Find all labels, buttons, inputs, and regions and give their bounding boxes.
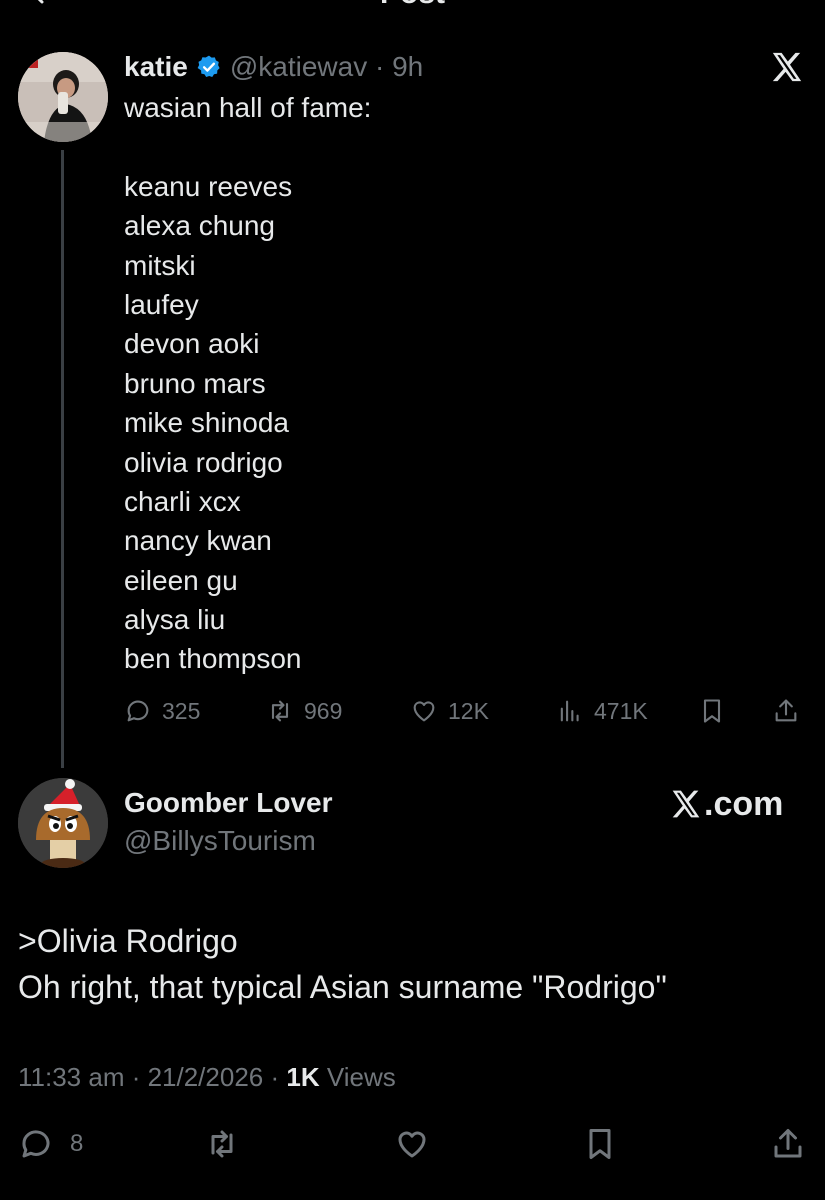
repost-count: 969 bbox=[304, 697, 343, 724]
share-button[interactable] bbox=[772, 694, 810, 728]
tweet-line: mike shinoda bbox=[124, 407, 289, 439]
views-button[interactable]: 471K bbox=[556, 694, 648, 728]
avatar[interactable] bbox=[18, 52, 108, 142]
like-icon bbox=[413, 701, 435, 722]
repost-button[interactable]: 969 bbox=[266, 694, 342, 728]
reply-handle[interactable]: @BillysTourism bbox=[124, 822, 316, 860]
bookmark-button[interactable] bbox=[582, 1124, 618, 1164]
tweet-line: devon aoki bbox=[124, 328, 260, 360]
reply-icon bbox=[127, 700, 149, 722]
x-logo-icon bbox=[672, 790, 700, 818]
tweet-line bbox=[124, 127, 371, 166]
repost-button[interactable] bbox=[204, 1124, 240, 1164]
repost-icon bbox=[211, 1130, 233, 1158]
reply-line: >Olivia Rodrigo bbox=[18, 923, 238, 959]
post-timestamp[interactable]: 11:33 am · 21/2/2026 · bbox=[18, 1062, 286, 1092]
verified-badge-icon bbox=[197, 55, 220, 77]
reply-count: 325 bbox=[162, 697, 201, 724]
views-count: 471K bbox=[594, 697, 648, 724]
tweet-line: laufey bbox=[124, 288, 199, 320]
tweet-line: olivia rodrigo bbox=[124, 446, 283, 478]
views-count: 1K bbox=[286, 1062, 320, 1092]
bookmark-button[interactable] bbox=[698, 694, 736, 728]
reply-line: Oh right, that typical Asian surname "Ro… bbox=[18, 969, 667, 1005]
tweet-line: alexa chung bbox=[124, 210, 276, 242]
avatar[interactable] bbox=[18, 778, 108, 868]
page-title: Post bbox=[0, 0, 825, 12]
tweet-line: keanu reeves bbox=[124, 170, 293, 202]
bookmark-icon bbox=[703, 699, 721, 723]
handle-time: @katiewav · 9h bbox=[229, 51, 424, 82]
share-icon bbox=[774, 1129, 802, 1158]
like-count: 12K bbox=[448, 697, 489, 724]
reply-text: >Olivia Rodrigo Oh right, that typical A… bbox=[18, 918, 667, 1010]
reply-count: 8 bbox=[70, 1130, 84, 1157]
post-meta: 11:33 am · 21/2/2026 · 1K Views bbox=[18, 1058, 396, 1096]
tweet-header: katie @katiewav · 9h bbox=[124, 48, 423, 86]
tweet-line: bruno mars bbox=[124, 367, 266, 399]
reply-icon bbox=[22, 1130, 50, 1158]
tweet-line: wasian hall of fame: bbox=[124, 92, 372, 123]
x-logo-icon bbox=[772, 52, 802, 82]
tweet-line: charli xcx bbox=[124, 485, 241, 517]
like-button[interactable] bbox=[394, 1124, 430, 1164]
share-icon bbox=[775, 699, 797, 722]
watermark-text: .com bbox=[704, 784, 784, 823]
author-name[interactable]: katie bbox=[124, 51, 188, 83]
views-icon bbox=[560, 700, 579, 722]
like-button[interactable]: 12K bbox=[410, 694, 489, 728]
tweet-line: nancy kwan bbox=[124, 525, 272, 557]
reply-author-name[interactable]: Goomber Lover bbox=[124, 784, 332, 822]
share-button[interactable] bbox=[770, 1124, 806, 1164]
like-icon bbox=[398, 1131, 426, 1158]
bookmark-icon bbox=[589, 1129, 611, 1159]
views-label: Views bbox=[319, 1062, 396, 1092]
post-action-bar: 8 bbox=[18, 1124, 808, 1164]
thread-line bbox=[61, 150, 64, 768]
tweet-line: eileen gu bbox=[124, 564, 238, 596]
tweet-text: wasian hall of fame: keanu reeves alexa … bbox=[124, 88, 371, 679]
tweet-action-bar: 325 969 12K 471K bbox=[124, 694, 804, 728]
reply-button[interactable]: 8 bbox=[18, 1124, 83, 1164]
tweet-line: alysa liu bbox=[124, 604, 226, 636]
tweet-line: ben thompson bbox=[124, 643, 302, 675]
reply-button[interactable]: 325 bbox=[124, 694, 200, 728]
tweet-line: mitski bbox=[124, 249, 196, 281]
repost-icon bbox=[271, 700, 289, 722]
x-com-watermark: .com bbox=[670, 782, 783, 826]
